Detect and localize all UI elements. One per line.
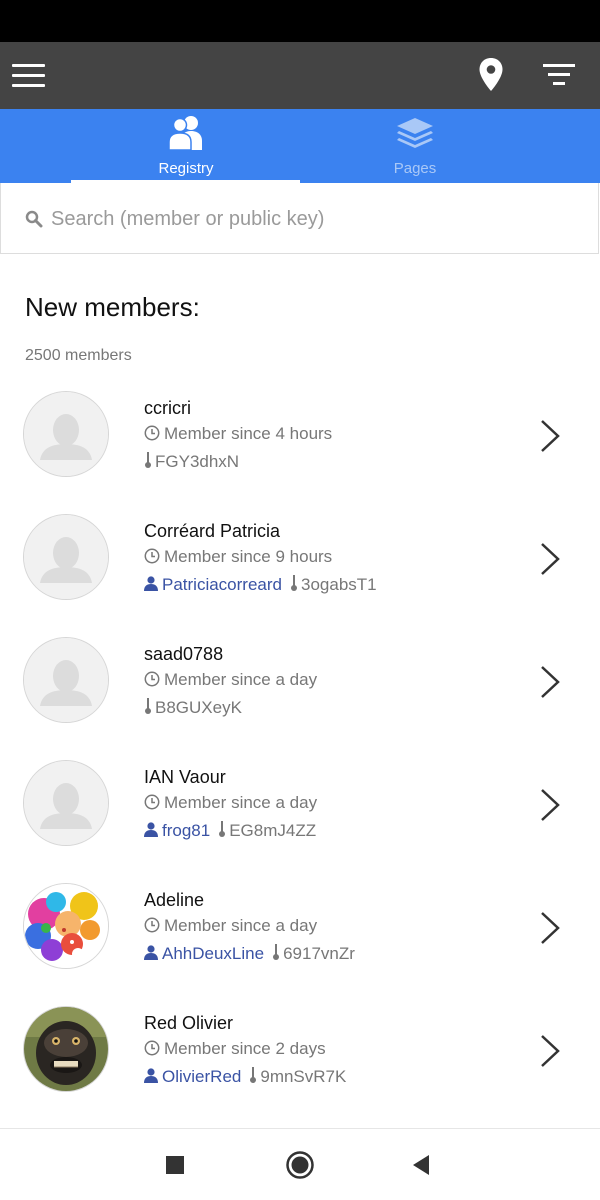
member-keys: Patriciacorreard 3ogabsT1	[144, 575, 377, 595]
map-pin-icon[interactable]	[478, 57, 504, 93]
member-row[interactable]: saad0788 Member since a day B8GUXeyK	[0, 629, 600, 752]
avatar-default	[23, 760, 109, 846]
key-icon	[145, 698, 151, 714]
member-name: IAN Vaour	[144, 767, 226, 787]
key-icon	[219, 821, 226, 837]
layers-icon	[395, 114, 435, 152]
clock-icon	[144, 425, 160, 441]
member-since: Member since a day	[144, 916, 317, 936]
tab-registry[interactable]: Registry	[71, 109, 301, 183]
member-pubkey: 3ogabsT1	[301, 575, 377, 594]
member-keys: B8GUXeyK	[144, 698, 242, 718]
member-list: ccricri Member since 4 hours FGY3dhxN Co…	[0, 383, 600, 1121]
people-icon	[166, 114, 206, 152]
section-title: New members:	[25, 292, 200, 322]
member-since: Member since a day	[144, 793, 317, 813]
tab-registry-label: Registry	[158, 160, 214, 177]
member-pubkey: EG8mJ4ZZ	[229, 821, 317, 840]
member-uid: Patriciacorreard	[162, 575, 282, 594]
member-uid: frog81	[162, 821, 211, 840]
avatar-painting	[23, 883, 109, 969]
member-keys: AhhDeuxLine 6917vnZr	[144, 944, 355, 964]
chevron-right-icon	[541, 543, 560, 575]
member-name: Corréard Patricia	[144, 521, 281, 541]
chevron-right-icon	[541, 912, 560, 944]
key-icon	[145, 452, 151, 468]
member-row[interactable]: ccricri Member since 4 hours FGY3dhxN	[0, 383, 600, 506]
member-name: saad0788	[144, 644, 224, 664]
member-pubkey: 9mnSvR7K	[260, 1067, 347, 1086]
member-name: Adeline	[144, 890, 205, 910]
clock-icon	[144, 917, 160, 933]
key-icon	[291, 575, 297, 591]
member-row[interactable]: Corréard Patricia Member since 9 hours P…	[0, 506, 600, 629]
tab-bar: Registry Pages	[0, 109, 600, 183]
clock-icon	[144, 548, 160, 564]
member-pubkey: FGY3dhxN	[155, 452, 240, 471]
member-count: 2500 members	[25, 347, 132, 364]
key-icon	[250, 1067, 257, 1083]
filter-list-icon[interactable]	[540, 62, 576, 88]
chevron-right-icon	[541, 789, 560, 821]
home-circle-icon[interactable]	[270, 1129, 330, 1200]
hamburger-menu-icon[interactable]	[12, 64, 46, 88]
back-triangle-icon[interactable]	[392, 1129, 452, 1200]
user-icon	[144, 822, 158, 837]
avatar-default	[23, 514, 109, 600]
chevron-right-icon	[541, 666, 560, 698]
search-box	[0, 183, 599, 254]
member-since: Member since 9 hours	[144, 547, 332, 567]
member-row[interactable]: IAN Vaour Member since a day frog81 EG8mJ…	[0, 752, 600, 875]
avatar-monkey	[23, 1006, 109, 1092]
search-icon	[25, 210, 43, 228]
chevron-right-icon	[541, 420, 560, 452]
key-icon	[273, 944, 280, 960]
member-uid: AhhDeuxLine	[162, 944, 265, 963]
member-row[interactable]: Adeline Member since a day AhhDeuxLine 69…	[0, 875, 600, 998]
user-icon	[144, 945, 158, 960]
member-keys: frog81 EG8mJ4ZZ	[144, 821, 316, 841]
app-bar	[0, 42, 600, 109]
member-pubkey: B8GUXeyK	[155, 698, 242, 717]
tab-pages-label: Pages	[393, 160, 437, 177]
member-name: ccricri	[144, 398, 191, 418]
avatar-default	[23, 391, 109, 477]
member-uid: OlivierRed	[162, 1067, 242, 1086]
member-since: Member since 4 hours	[144, 424, 332, 444]
clock-icon	[144, 794, 160, 810]
search-input[interactable]	[51, 201, 571, 237]
clock-icon	[144, 671, 160, 687]
system-nav-bar	[0, 1128, 600, 1200]
member-since: Member since a day	[144, 670, 317, 690]
user-icon	[144, 1068, 158, 1083]
member-since: Member since 2 days	[144, 1039, 326, 1059]
member-pubkey: 6917vnZr	[283, 944, 355, 963]
status-bar	[0, 0, 600, 42]
recent-apps-square-icon[interactable]	[145, 1129, 205, 1200]
clock-icon	[144, 1040, 160, 1056]
chevron-right-icon	[541, 1035, 560, 1067]
tab-pages[interactable]: Pages	[300, 109, 530, 183]
avatar-default	[23, 637, 109, 723]
user-icon	[144, 576, 158, 591]
member-row[interactable]: Red Olivier Member since 2 days OlivierR…	[0, 998, 600, 1121]
member-keys: FGY3dhxN	[144, 452, 239, 472]
member-keys: OlivierRed 9mnSvR7K	[144, 1067, 346, 1087]
member-name: Red Olivier	[144, 1013, 234, 1033]
